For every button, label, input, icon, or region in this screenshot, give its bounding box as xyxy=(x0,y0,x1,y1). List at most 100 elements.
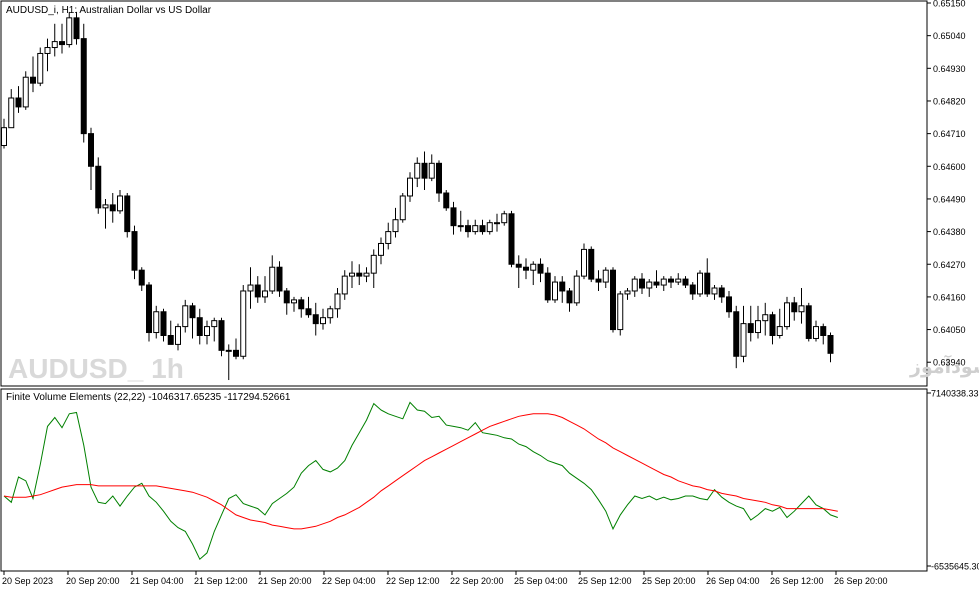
candle-body xyxy=(204,326,210,336)
candle-body xyxy=(660,278,667,286)
time-tick-label: 20 Sep 2023 xyxy=(2,576,53,586)
candle-body xyxy=(341,275,348,295)
candle-body xyxy=(805,305,812,339)
candle-body xyxy=(581,248,587,277)
candle-body xyxy=(515,263,522,268)
candle-body xyxy=(66,17,73,46)
candle-body xyxy=(356,272,363,277)
candle-body xyxy=(225,349,232,352)
candle-body xyxy=(791,302,798,313)
candle-body xyxy=(37,52,44,84)
candle-body xyxy=(378,242,384,256)
price-tick-label: 0.63940 xyxy=(933,358,966,368)
price-tick-label: 0.64930 xyxy=(933,64,966,74)
candle-body xyxy=(189,305,196,319)
candle-body xyxy=(646,281,653,289)
candle-body xyxy=(320,317,326,325)
candle xyxy=(588,246,595,283)
candle-body xyxy=(443,192,450,209)
candle-body xyxy=(80,38,87,135)
candle-body xyxy=(711,287,718,295)
candle-body xyxy=(298,299,305,310)
candle-body xyxy=(784,302,790,328)
candle-body xyxy=(479,225,486,233)
indicator-tick-label: 7140338.33 xyxy=(931,389,979,399)
candle-body xyxy=(610,269,616,331)
candle-body xyxy=(747,323,754,334)
candle-body xyxy=(486,222,493,233)
candle-body xyxy=(269,266,276,292)
candle-body xyxy=(740,323,747,357)
candle-body xyxy=(407,177,413,197)
candle-body xyxy=(762,314,769,322)
candle-body xyxy=(291,299,297,304)
candle-body xyxy=(494,222,500,225)
symbol-watermark: AUDUSD_ 1h xyxy=(8,353,184,384)
candle-body xyxy=(602,269,609,283)
candle-body xyxy=(30,76,36,84)
candle-body xyxy=(349,272,355,277)
candle-body xyxy=(167,335,174,345)
candle xyxy=(37,47,44,87)
candle-body xyxy=(334,293,341,310)
candle-body xyxy=(117,195,123,212)
price-tick-label: 0.64820 xyxy=(933,96,966,106)
candle xyxy=(95,157,102,214)
time-tick-label: 26 Sep 20:00 xyxy=(834,576,888,586)
candle-body xyxy=(501,213,508,224)
candle-body xyxy=(254,284,261,298)
candle-body xyxy=(704,272,711,295)
time-tick-label: 22 Sep 12:00 xyxy=(386,576,440,586)
candle-body xyxy=(182,305,189,328)
candle-body xyxy=(44,47,51,54)
time-tick-label: 25 Sep 12:00 xyxy=(578,576,632,586)
candle-body xyxy=(726,296,732,313)
candle-body xyxy=(102,204,109,209)
time-tick-label: 25 Sep 20:00 xyxy=(642,576,696,586)
price-tick-label: 0.64710 xyxy=(933,129,966,139)
candle-body xyxy=(283,290,290,304)
candle xyxy=(805,302,812,342)
candle-body xyxy=(218,320,225,351)
candle-body xyxy=(73,17,80,40)
price-tick-label: 0.65040 xyxy=(933,31,966,41)
price-tick-label: 0.65150 xyxy=(933,0,966,9)
candle-body xyxy=(566,290,573,304)
chart-title: AUDUSD_i, H1: Australian Dollar vs US Do… xyxy=(6,5,212,16)
candle xyxy=(146,282,152,342)
mt5-chart-window: AUDUSD_i, H1: Australian Dollar vs US Do… xyxy=(0,0,979,586)
candle-body xyxy=(370,254,377,274)
candle-body xyxy=(312,314,319,325)
indicator-axis: 7140338.33 -6535645.30 xyxy=(927,389,979,572)
indicator-title: Finite Volume Elements (22,22) -1046317.… xyxy=(6,392,291,403)
candle-body xyxy=(276,266,283,292)
candle-body xyxy=(8,97,15,129)
candle-body xyxy=(537,263,544,274)
candle-body xyxy=(588,248,595,280)
candle-body xyxy=(196,317,203,336)
candle-body xyxy=(414,162,421,179)
candle-body xyxy=(573,275,580,304)
candle-body xyxy=(827,335,834,354)
indicator-panel: Finite Volume Elements (22,22) -1046317.… xyxy=(0,388,928,572)
candle-body xyxy=(138,269,145,286)
time-tick-label: 21 Sep 04:00 xyxy=(130,576,184,586)
candle-body xyxy=(124,195,131,233)
candle xyxy=(22,71,29,110)
candle-body xyxy=(175,326,181,345)
time-tick-label: 20 Sep 20:00 xyxy=(66,576,120,586)
candle-body xyxy=(624,290,631,295)
candle-body xyxy=(617,293,624,331)
candle-body xyxy=(385,231,392,244)
candle-body xyxy=(798,305,805,313)
indicator-tick-label: -6535645.30 xyxy=(931,562,979,572)
candle-body xyxy=(95,165,102,209)
candle-body xyxy=(428,162,435,179)
candle-body xyxy=(472,225,479,233)
candle-body xyxy=(240,290,247,357)
candle xyxy=(617,290,624,336)
candle-body xyxy=(327,308,334,319)
price-tick-label: 0.64160 xyxy=(933,292,966,302)
price-tick-label: 0.64270 xyxy=(933,260,966,270)
indicator-panel-frame xyxy=(0,388,928,572)
